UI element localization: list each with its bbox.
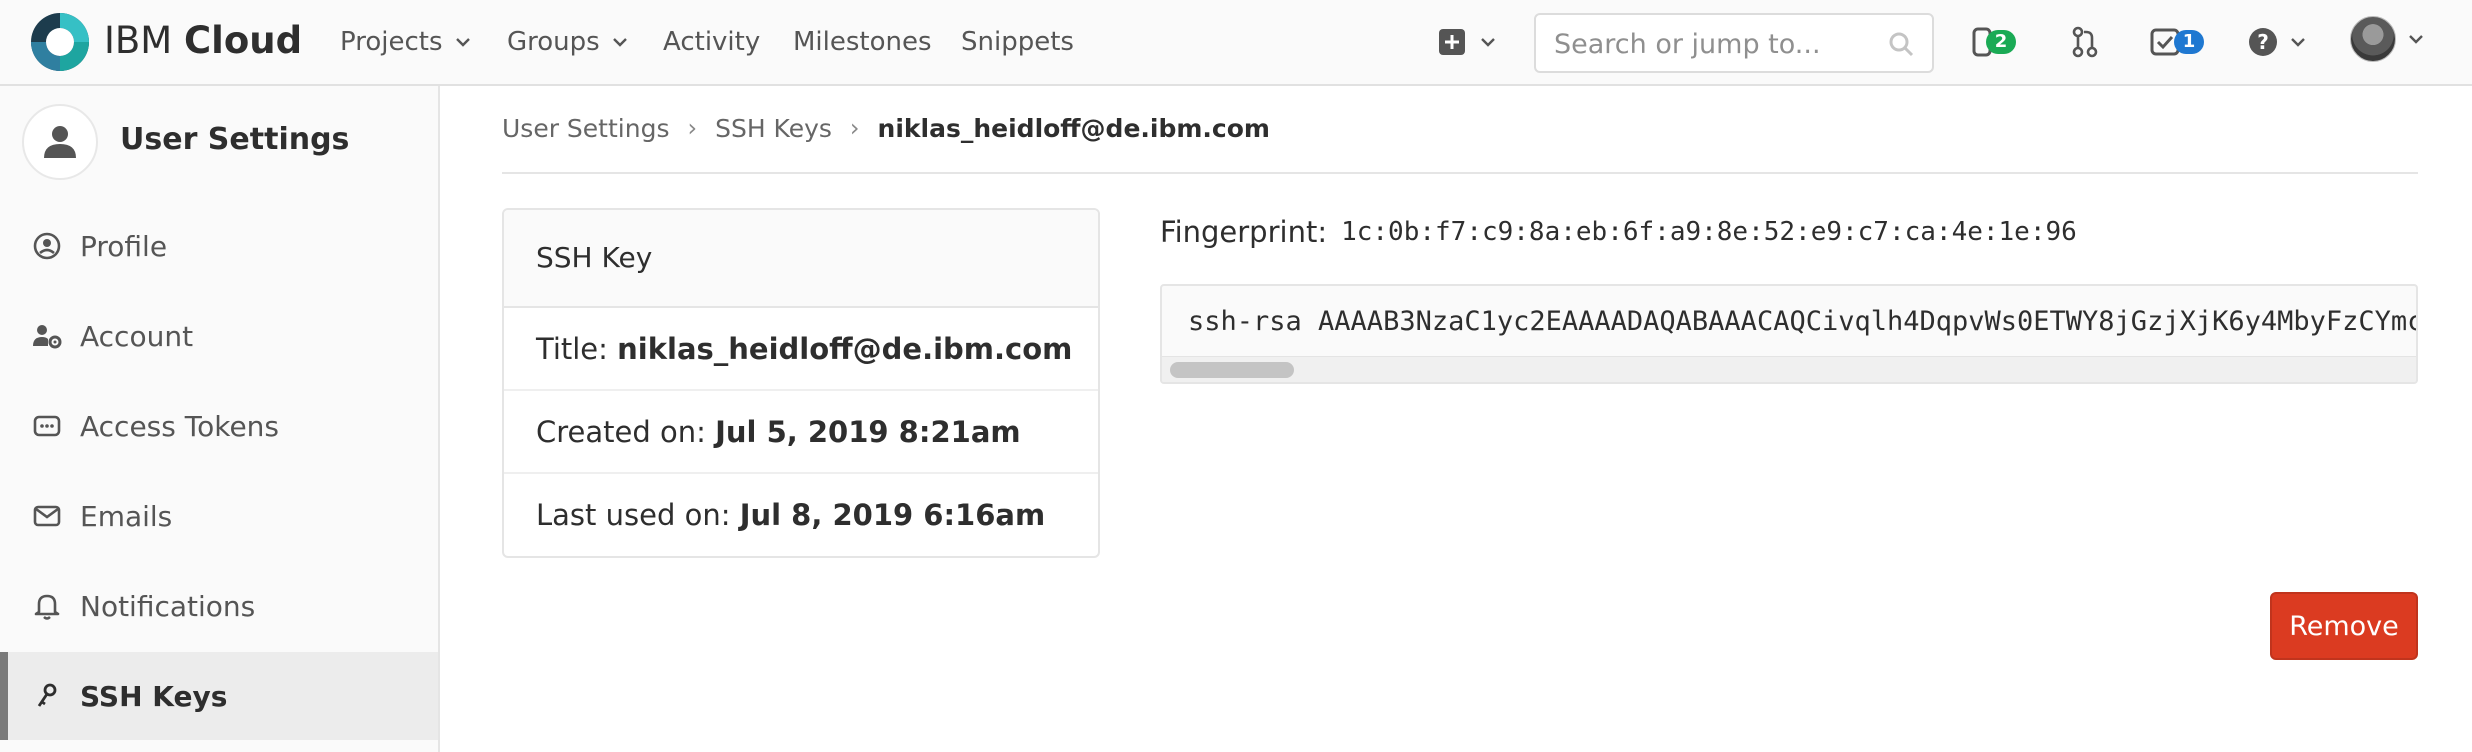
brand-name[interactable]: IBM Cloud	[104, 18, 302, 64]
nav-groups[interactable]: Groups	[507, 22, 630, 62]
fingerprint: Fingerprint: 1c:0b:f7:c9:8a:eb:6f:a9:8e:…	[1160, 212, 2077, 252]
card-header: SSH Key	[504, 210, 1098, 308]
top-navbar: IBM Cloud Projects Groups Activity Miles…	[0, 0, 2472, 86]
sidebar-item-label: Profile	[80, 229, 168, 263]
todos-count-badge: 1	[2174, 30, 2204, 54]
profile-icon	[32, 231, 62, 261]
sidebar-item-label: SSH Keys	[80, 679, 228, 713]
chevron-right-icon: ›	[687, 114, 698, 142]
help-icon: ?	[2249, 28, 2277, 56]
sidebar-item-label: Account	[80, 319, 194, 353]
sidebar-item-notifications[interactable]: Notifications	[0, 562, 438, 650]
sidebar-item-profile[interactable]: Profile	[0, 202, 438, 290]
breadcrumb-ssh-keys[interactable]: SSH Keys	[715, 114, 832, 143]
nav-projects[interactable]: Projects	[340, 22, 473, 62]
created-label: Created on:	[536, 415, 716, 449]
bell-icon	[32, 591, 62, 621]
last-used-label: Last used on:	[536, 498, 740, 532]
user-silhouette-icon	[44, 126, 76, 158]
nav-snippets[interactable]: Snippets	[961, 22, 1074, 62]
chevron-down-icon	[2409, 35, 2423, 44]
created-on-row: Created on: Jul 5, 2019 8:21am	[504, 391, 1098, 474]
created-value: Jul 5, 2019 8:21am	[715, 415, 1021, 449]
chevron-right-icon: ›	[849, 114, 860, 142]
fingerprint-label: Fingerprint:	[1160, 215, 1328, 249]
sidebar-header[interactable]: User Settings	[0, 86, 438, 196]
user-menu-button[interactable]	[2350, 16, 2426, 62]
merge-request-icon	[2072, 26, 2098, 58]
brand-bold: Cloud	[183, 19, 303, 62]
nav-milestones[interactable]: Milestones	[793, 22, 932, 62]
brand-light: IBM	[104, 19, 184, 62]
avatar	[2350, 16, 2396, 62]
chevron-down-icon	[612, 38, 627, 47]
sidebar-item-access-tokens[interactable]: Access Tokens	[0, 382, 438, 470]
svg-text:?: ?	[2257, 30, 2269, 54]
title-value: niklas_heidloff@de.ibm.com	[617, 332, 1073, 366]
email-icon	[32, 501, 62, 531]
sidebar-item-ssh-keys[interactable]: SSH Keys	[0, 652, 438, 740]
issues-button[interactable]: 2	[1972, 22, 2016, 62]
last-used-value: Jul 8, 2019 6:16am	[739, 498, 1046, 532]
last-used-row: Last used on: Jul 8, 2019 6:16am	[504, 474, 1098, 556]
chevron-down-icon	[2291, 38, 2305, 47]
ibm-cloud-logo[interactable]	[30, 12, 90, 72]
new-dropdown-button[interactable]	[1438, 22, 1498, 62]
search-icon	[1889, 32, 1914, 57]
breadcrumb: User Settings › SSH Keys › niklas_heidlo…	[502, 110, 1270, 146]
remove-button[interactable]: Remove	[2270, 592, 2418, 660]
search-input[interactable]	[1554, 25, 1874, 63]
sidebar-title: User Settings	[120, 122, 350, 157]
nav-activity[interactable]: Activity	[663, 22, 760, 62]
public-key-code-block[interactable]: ssh-rsa AAAAB3NzaC1yc2EAAAADAQABAAACAQCi…	[1160, 284, 2418, 384]
plus-square-icon	[1439, 29, 1465, 55]
sidebar-item-label: Notifications	[80, 589, 256, 623]
user-avatar	[22, 104, 98, 180]
horizontal-scrollbar[interactable]	[1162, 356, 2416, 382]
issues-count-badge: 2	[1986, 30, 2016, 54]
merge-requests-button[interactable]	[2072, 22, 2098, 62]
search-box[interactable]	[1534, 13, 1934, 73]
sidebar-item-emails[interactable]: Emails	[0, 472, 438, 560]
token-icon	[32, 411, 62, 441]
divider	[502, 172, 2418, 174]
todos-button[interactable]: 1	[2150, 22, 2204, 62]
chevron-down-icon	[455, 38, 470, 47]
breadcrumb-current[interactable]: niklas_heidloff@de.ibm.com	[878, 114, 1270, 143]
sidebar-item-account[interactable]: Account	[0, 292, 438, 380]
ssh-key-details-card: SSH Key Title: niklas_heidloff@de.ibm.co…	[502, 208, 1100, 558]
scrollbar-thumb[interactable]	[1170, 362, 1294, 378]
nav-snippets-label: Snippets	[961, 27, 1074, 57]
nav-milestones-label: Milestones	[793, 27, 932, 57]
key-title-row: Title: niklas_heidloff@de.ibm.com	[504, 308, 1098, 391]
nav-groups-label: Groups	[507, 27, 600, 57]
settings-sidebar: User Settings Profile Account Access Tok…	[0, 86, 440, 752]
fingerprint-value: 1c:0b:f7:c9:8a:eb:6f:a9:8e:52:e9:c7:ca:4…	[1341, 217, 2077, 247]
sidebar-item-label: Emails	[80, 499, 173, 533]
breadcrumb-user-settings[interactable]: User Settings	[502, 114, 669, 143]
account-gear-icon	[32, 321, 62, 351]
key-icon	[32, 681, 62, 711]
chevron-down-icon	[1481, 38, 1495, 47]
title-label: Title:	[536, 332, 618, 366]
sidebar-item-label: Access Tokens	[80, 409, 280, 443]
help-dropdown-button[interactable]: ?	[2248, 22, 2308, 62]
public-key-text: ssh-rsa AAAAB3NzaC1yc2EAAAADAQABAAACAQCi…	[1188, 306, 2418, 337]
nav-projects-label: Projects	[340, 27, 443, 57]
nav-activity-label: Activity	[663, 27, 761, 57]
